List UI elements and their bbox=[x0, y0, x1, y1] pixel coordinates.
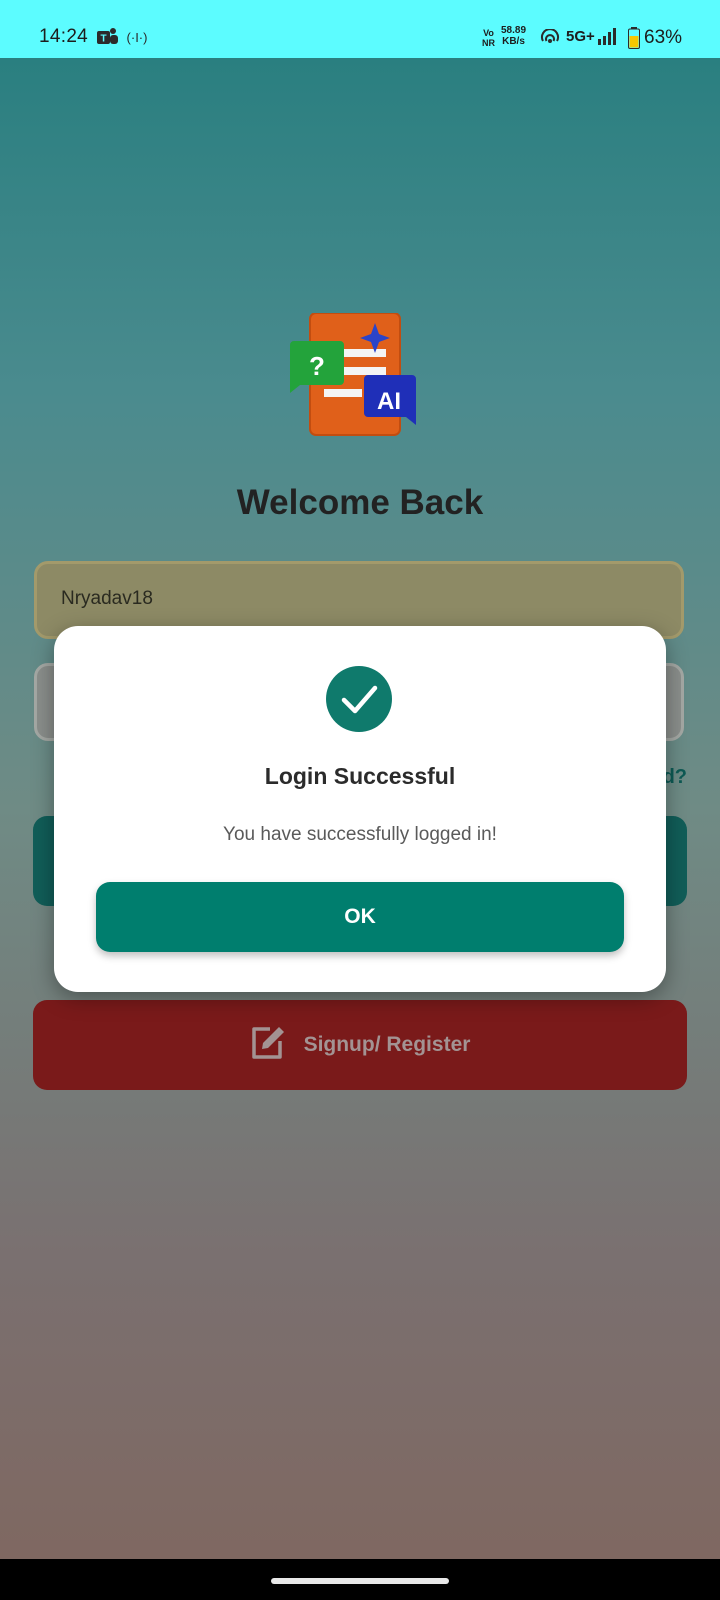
forgot-password-link[interactable]: d? bbox=[663, 766, 687, 789]
dialog-message: You have successfully logged in! bbox=[223, 824, 497, 845]
app-logo: ? AI bbox=[290, 312, 430, 443]
login-success-dialog: Login Successful You have successfully l… bbox=[54, 626, 666, 992]
signup-button[interactable]: Signup/ Register bbox=[33, 1000, 687, 1090]
cast-icon: (·I·) bbox=[126, 29, 148, 50]
volte-indicator: Vo NR bbox=[482, 28, 495, 48]
page-title: Welcome Back bbox=[236, 483, 484, 522]
svg-text:AI: AI bbox=[377, 388, 401, 415]
signal-icon bbox=[597, 28, 619, 51]
check-circle-icon bbox=[326, 666, 392, 732]
svg-text:T: T bbox=[100, 34, 106, 45]
battery-percent: 63% bbox=[644, 27, 683, 48]
network-type: 5G+ bbox=[566, 28, 595, 45]
svg-text:?: ? bbox=[309, 351, 325, 381]
svg-text:(·I·): (·I·) bbox=[127, 30, 148, 45]
signup-label: Signup/ Register bbox=[303, 1033, 471, 1056]
status-bar: 14:24 T (·I·) Vo NR 58.89 KB/s 5G+ 63% bbox=[0, 0, 720, 58]
home-gesture-handle[interactable] bbox=[271, 1578, 449, 1584]
username-value: Nryadav18 bbox=[61, 588, 153, 609]
teams-icon: T bbox=[97, 27, 119, 52]
hotspot-icon bbox=[540, 28, 560, 52]
ok-button[interactable]: OK bbox=[96, 882, 624, 952]
edit-icon bbox=[250, 1025, 286, 1065]
netspeed: 58.89 KB/s bbox=[501, 25, 527, 47]
navigation-bar bbox=[0, 1559, 720, 1600]
battery-icon bbox=[628, 27, 640, 54]
status-time: 14:24 bbox=[39, 26, 89, 47]
dialog-title: Login Successful bbox=[264, 763, 456, 789]
